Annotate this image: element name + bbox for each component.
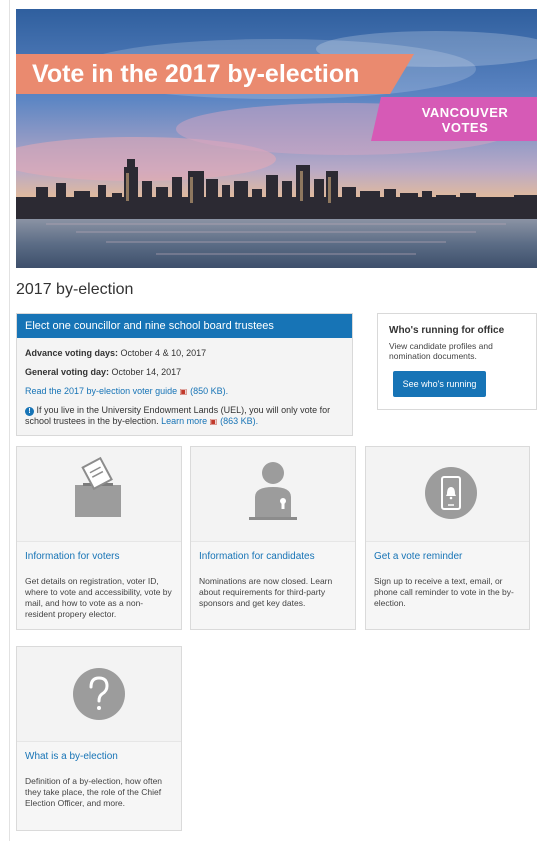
hero-banner: Vote in the 2017 by-election VANCOUVER V…	[16, 9, 537, 268]
tile-title-reminder[interactable]: Get a vote reminder	[374, 551, 462, 562]
tile-title-candidates[interactable]: Information for candidates	[199, 551, 315, 562]
tile-art	[191, 447, 355, 542]
whos-running-card: Who's running for office View candidate …	[377, 313, 537, 410]
ballot-box-icon	[75, 456, 121, 517]
tile-desc-by-election: Definition of a by-election, how often t…	[25, 776, 163, 808]
election-card-body: Advance voting days: October 4 & 10, 201…	[17, 338, 352, 426]
tile-get-a-vote-reminder[interactable]: Get a vote reminder Sign up to receive a…	[365, 446, 530, 630]
logo-line2: VOTES	[441, 120, 489, 135]
whos-running-title: Who's running for office	[389, 325, 505, 336]
voter-guide-row: Read the 2017 by-election voter guide ▣ …	[25, 386, 228, 396]
advance-voting-label: Advance voting days:	[25, 348, 119, 358]
info-icon: !	[25, 407, 34, 416]
learn-more-size: (863 KB).	[220, 416, 259, 426]
tile-information-for-voters[interactable]: Information for voters Get details on re…	[16, 446, 182, 630]
candidate-icon	[249, 462, 297, 520]
tile-title-voters[interactable]: Information for voters	[25, 551, 119, 562]
election-info-card: Elect one councillor and nine school boa…	[16, 313, 353, 436]
tile-desc-candidates: Nominations are now closed. Learn about …	[199, 576, 333, 608]
election-card-header: Elect one councillor and nine school boa…	[17, 314, 352, 338]
uel-note: ! If you live in the University Endowmen…	[25, 405, 343, 427]
pdf-icon: ▣	[179, 387, 188, 396]
general-voting-value: October 14, 2017	[111, 367, 182, 377]
tile-desc-reminder: Sign up to receive a text, email, or pho…	[374, 576, 514, 608]
hero-title: Vote in the 2017 by-election	[16, 54, 414, 94]
page-title: 2017 by-election	[16, 281, 134, 298]
learn-more-link[interactable]: Learn more	[161, 416, 207, 426]
left-rule	[9, 0, 10, 841]
tile-desc-voters: Get details on registration, voter ID, w…	[25, 576, 172, 619]
tile-art	[366, 447, 529, 542]
voter-guide-size: (850 KB).	[190, 386, 229, 396]
general-voting-label: General voting day:	[25, 367, 110, 377]
pdf-icon: ▣	[209, 417, 218, 426]
tile-what-is-a-by-election[interactable]: What is a by-election Definition of a by…	[16, 646, 182, 831]
advance-voting-value: October 4 & 10, 2017	[120, 348, 207, 358]
vancouver-votes-logo: VANCOUVER VOTES	[371, 97, 537, 141]
see-whos-running-button[interactable]: See who's running	[393, 371, 486, 397]
whos-running-description: View candidate profiles and nomination d…	[389, 341, 493, 361]
tile-title-by-election[interactable]: What is a by-election	[25, 751, 118, 762]
voter-guide-link[interactable]: Read the 2017 by-election voter guide	[25, 386, 177, 396]
logo-line1: VANCOUVER	[421, 105, 509, 120]
tile-art	[17, 447, 181, 542]
phone-alert-icon	[425, 467, 477, 519]
question-icon	[73, 668, 125, 720]
advance-voting-row: Advance voting days: October 4 & 10, 201…	[25, 348, 206, 358]
tile-art	[17, 647, 181, 742]
tile-information-for-candidates[interactable]: Information for candidates Nominations a…	[190, 446, 356, 630]
general-voting-row: General voting day: October 14, 2017	[25, 367, 181, 377]
